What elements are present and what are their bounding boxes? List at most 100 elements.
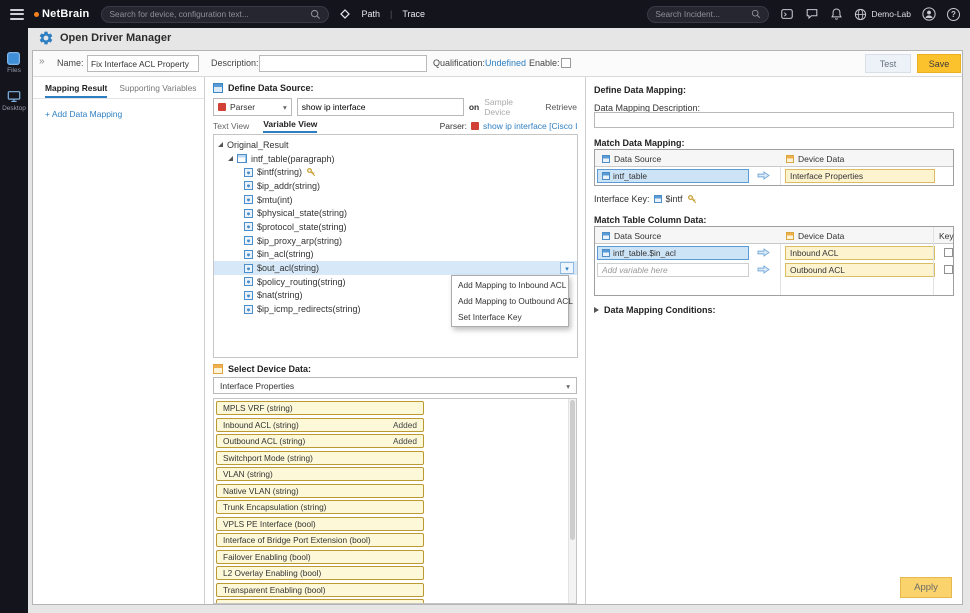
apply-button[interactable]: Apply xyxy=(900,577,952,598)
collapse-panel-icon[interactable] xyxy=(39,56,45,67)
save-button[interactable]: Save xyxy=(917,54,961,73)
device-data-row[interactable]: NAT Enabling (bool) xyxy=(216,599,424,604)
variable-actions-dropdown-button[interactable] xyxy=(560,262,574,274)
device-data-row[interactable]: Inbound ACL (string)Added xyxy=(216,418,424,432)
context-menu-item[interactable]: Add Mapping to Inbound ACL xyxy=(452,277,568,293)
device-data-row[interactable]: Outbound ACL (string)Added xyxy=(216,434,424,448)
device-data-column-header: Device Data xyxy=(786,150,844,167)
device-data-row[interactable]: Switchport Mode (string) xyxy=(216,451,424,465)
tree-variable-node[interactable]: $physical_state(string) xyxy=(214,206,577,220)
device-data-row[interactable]: VPLS PE Interface (bool) xyxy=(216,517,424,531)
globe-icon xyxy=(854,8,867,21)
variable-label: $nat(string) xyxy=(257,290,303,300)
qualification-value-link[interactable]: Undefined xyxy=(485,58,526,68)
device-data-cell[interactable]: Outbound ACL xyxy=(785,263,935,277)
match-data-mapping-title: Match Data Mapping: xyxy=(594,138,685,148)
path-link[interactable]: Path xyxy=(361,9,380,19)
data-source-cell[interactable]: intf_table xyxy=(597,169,749,183)
device-data-row[interactable]: Interface of Bridge Port Extension (bool… xyxy=(216,533,424,547)
data-source-cell[interactable]: Add variable here xyxy=(597,263,749,277)
device-data-row[interactable]: Native VLAN (string) xyxy=(216,484,424,498)
tree-variable-node[interactable]: $in_acl(string) xyxy=(214,248,577,262)
domain-selector[interactable]: Demo-Lab xyxy=(854,8,911,21)
retrieve-link[interactable]: Retrieve xyxy=(545,102,577,112)
sidebar-item-files[interactable]: Files xyxy=(7,52,21,74)
device-property-label: Inbound ACL (string) xyxy=(223,420,299,430)
tree-table-node[interactable]: intf_table(paragraph) xyxy=(214,152,577,166)
device-data-row[interactable]: Failover Enabling (bool) xyxy=(216,550,424,564)
path-diamond-icon[interactable] xyxy=(339,8,351,20)
variable-label: $physical_state(string) xyxy=(257,208,347,218)
key-icon xyxy=(687,194,697,204)
tree-variable-node[interactable]: $out_acl(string) xyxy=(214,261,577,275)
menu-icon[interactable] xyxy=(10,9,24,20)
key-checkbox[interactable] xyxy=(944,248,953,257)
description-input[interactable] xyxy=(259,55,427,72)
select-device-data-title: Select Device Data: xyxy=(228,364,311,374)
tab-mapping-result[interactable]: Mapping Result xyxy=(45,83,107,98)
topbar-divider: | xyxy=(390,9,392,19)
tree-variable-node[interactable]: $protocol_state(string) xyxy=(214,220,577,234)
tab-text-view[interactable]: Text View xyxy=(213,121,249,133)
trace-link[interactable]: Trace xyxy=(402,9,425,19)
device-property-label: Native VLAN (string) xyxy=(223,486,299,496)
device-data-row[interactable]: MPLS VRF (string) xyxy=(216,401,424,415)
device-data-type-dropdown[interactable]: Interface Properties xyxy=(213,377,577,394)
data-source-cell[interactable]: intf_table.$in_acl xyxy=(597,246,749,260)
parser-link[interactable]: show ip interface [Cisco I... xyxy=(483,121,577,131)
scrollbar-thumb[interactable] xyxy=(570,400,575,540)
device-data-column-header: Device Data xyxy=(786,227,844,244)
search-icon[interactable] xyxy=(310,9,321,20)
incident-search-input[interactable] xyxy=(655,9,751,19)
enable-checkbox[interactable] xyxy=(561,58,571,68)
tree-variable-node[interactable]: $mtu(int) xyxy=(214,193,577,207)
device-property-label: Switchport Mode (string) xyxy=(223,453,313,463)
device-search-input[interactable] xyxy=(109,9,310,19)
tab-supporting-variables[interactable]: Supporting Variables xyxy=(119,83,196,98)
parser-command-input[interactable] xyxy=(297,98,464,116)
expander-icon[interactable] xyxy=(218,142,223,147)
parser-type-dropdown[interactable]: Parser xyxy=(213,98,292,116)
logo-dot-icon xyxy=(34,12,39,17)
variable-icon xyxy=(244,305,253,314)
context-menu-item[interactable]: Set Interface Key xyxy=(452,309,568,325)
mapping-arrow-icon xyxy=(756,247,771,258)
interface-key-value[interactable]: $intf xyxy=(666,194,683,204)
device-search-box[interactable] xyxy=(101,6,329,23)
help-icon[interactable] xyxy=(947,8,960,21)
data-mapping-conditions-toggle[interactable]: Data Mapping Conditions: xyxy=(594,305,716,315)
test-button[interactable]: Test xyxy=(865,54,911,73)
sample-device-field[interactable]: Sample Device xyxy=(484,97,540,117)
device-data-cell[interactable]: Inbound ACL xyxy=(785,246,935,260)
page-title: Open Driver Manager xyxy=(60,32,171,44)
device-data-row[interactable]: VLAN (string) xyxy=(216,467,424,481)
add-data-mapping-link[interactable]: + Add Data Mapping xyxy=(45,109,122,119)
chat-icon[interactable] xyxy=(805,7,819,21)
mapping-list-panel: Mapping Result Supporting Variables + Ad… xyxy=(33,77,205,604)
search-icon[interactable] xyxy=(751,9,761,19)
tree-variable-node[interactable]: $intf(string) xyxy=(214,165,577,179)
sidebar-item-desktop[interactable]: Desktop xyxy=(2,90,26,112)
device-data-cell[interactable]: Interface Properties xyxy=(785,169,935,183)
expander-icon[interactable] xyxy=(228,156,233,161)
tree-root-node[interactable]: Original_Result xyxy=(214,138,577,152)
view-tabs: Text View Variable View Parser: show ip … xyxy=(213,119,577,133)
mapping-arrow-icon xyxy=(756,170,771,181)
name-input[interactable] xyxy=(87,55,199,72)
key-checkbox[interactable] xyxy=(944,265,953,274)
scrollbar[interactable] xyxy=(568,399,576,603)
incident-search-box[interactable] xyxy=(647,6,769,23)
tree-variable-node[interactable]: $ip_proxy_arp(string) xyxy=(214,234,577,248)
context-menu-item[interactable]: Add Mapping to Outbound ACL xyxy=(452,293,568,309)
device-data-row[interactable]: Trunk Encapsulation (string) xyxy=(216,500,424,514)
mapping-description-input[interactable] xyxy=(594,112,954,128)
tab-variable-view[interactable]: Variable View xyxy=(263,119,317,133)
window-title-bar: Open Driver Manager xyxy=(38,30,171,46)
conditions-label: Data Mapping Conditions: xyxy=(604,305,716,315)
notifications-bell-icon[interactable] xyxy=(830,7,843,21)
tree-variable-node[interactable]: $ip_addr(string) xyxy=(214,179,577,193)
user-avatar-icon[interactable] xyxy=(922,7,936,21)
console-icon[interactable] xyxy=(780,7,794,21)
device-data-row[interactable]: Transparent Enabling (bool) xyxy=(216,583,424,597)
device-data-row[interactable]: L2 Overlay Enabling (bool) xyxy=(216,566,424,580)
